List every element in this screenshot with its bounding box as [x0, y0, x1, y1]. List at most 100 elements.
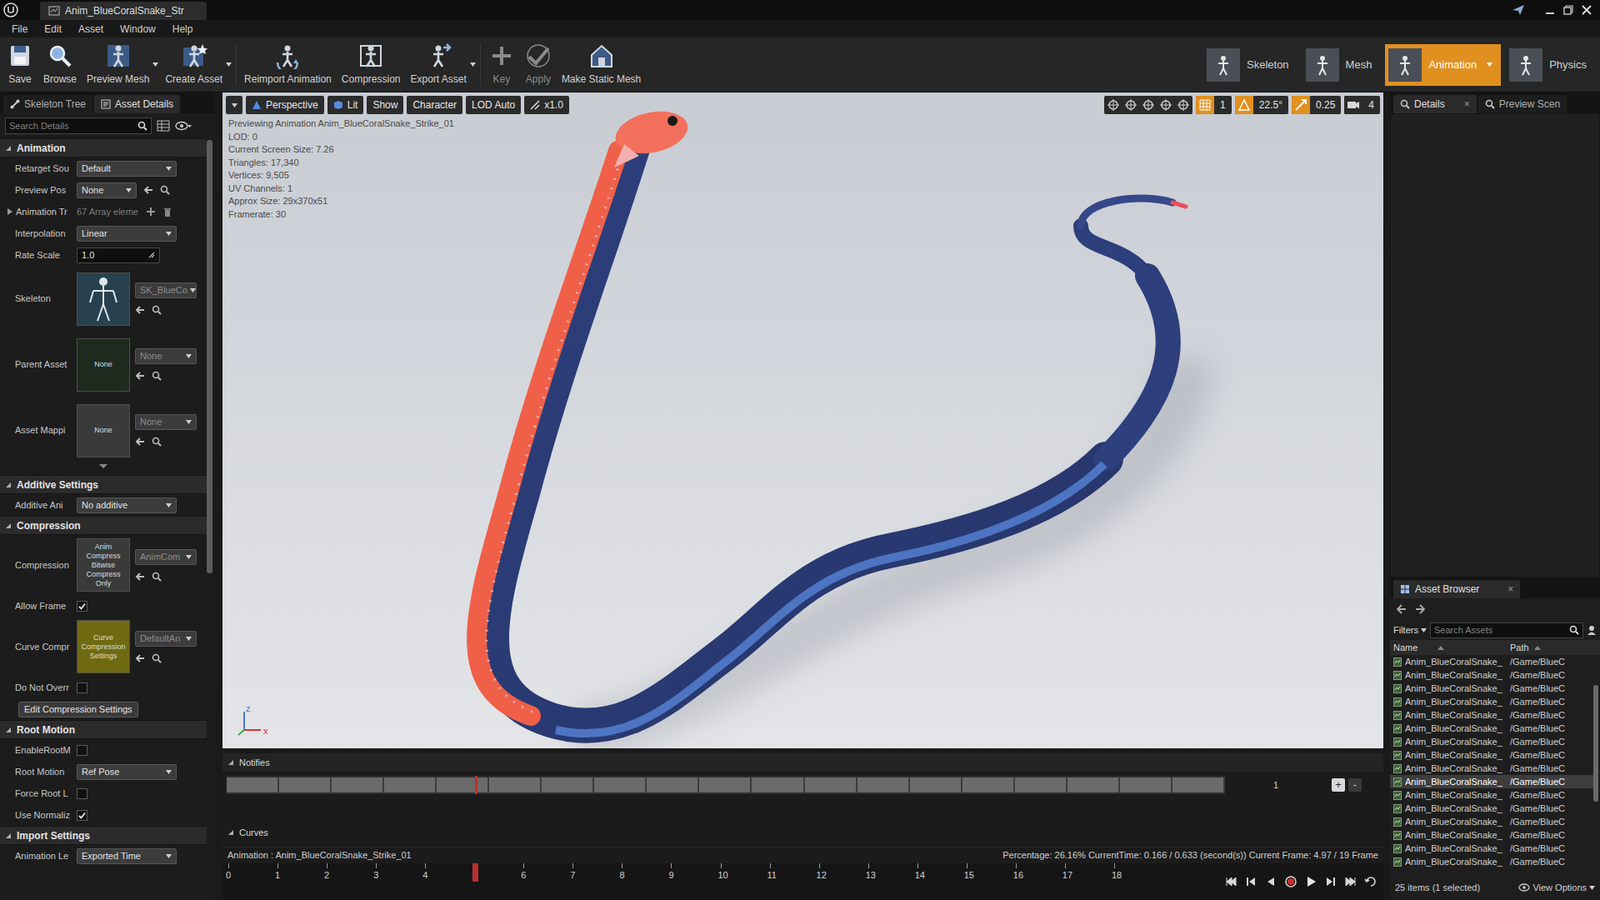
scrollbar[interactable]	[206, 138, 215, 900]
toolbar-button[interactable]: Create Asset	[160, 42, 234, 87]
viewport-toolbar-button[interactable]: x1.0	[524, 95, 570, 115]
menu-item[interactable]: File	[3, 21, 36, 37]
asset-thumbnail[interactable]: Curve Compression Settings	[76, 620, 130, 674]
document-tab[interactable]: Anim_BlueCoralSnake_Str	[40, 1, 207, 20]
toolbar-button[interactable]: Export Asset	[405, 42, 478, 87]
transport-button[interactable]	[1281, 872, 1300, 891]
checkbox[interactable]	[76, 682, 88, 694]
frame-ruler[interactable]: 0123456789101112131415161718	[228, 863, 1213, 900]
viewport-toolbar-button[interactable]: LOD Auto	[465, 95, 521, 115]
close-tab-button[interactable]: ×	[1507, 581, 1514, 597]
transport-button[interactable]	[1321, 872, 1340, 891]
transport-button[interactable]	[1301, 872, 1320, 891]
asset-row[interactable]: Anim_BlueCoralSnake_/Game/BlueC	[1390, 668, 1594, 682]
snap-setting[interactable]: 1	[1195, 95, 1232, 115]
view-options-button[interactable]: View Options	[1518, 880, 1595, 895]
mode-button[interactable]: Animation	[1385, 44, 1501, 86]
asset-thumbnail[interactable]	[76, 272, 130, 326]
section-header[interactable]: Animation	[0, 138, 207, 158]
menu-item[interactable]: Window	[111, 21, 165, 37]
checkbox[interactable]	[76, 810, 88, 821]
close-tab-button[interactable]: ×	[1464, 96, 1470, 112]
combo-box[interactable]: Ref Pose	[76, 764, 177, 780]
asset-row[interactable]: Anim_BlueCoralSnake_/Game/BlueC	[1390, 695, 1594, 709]
combo-box[interactable]: SK_BlueCo	[135, 282, 197, 299]
search-field[interactable]	[5, 117, 152, 135]
menu-item[interactable]: Help	[164, 21, 202, 37]
section-header[interactable]: Root Motion	[0, 720, 207, 740]
viewport-toolbar-button[interactable]: Character	[406, 95, 463, 115]
checkbox[interactable]	[76, 745, 88, 756]
asset-row[interactable]: Anim_BlueCoralSnake_/Game/BlueC	[1390, 775, 1594, 789]
asset-row[interactable]: Anim_BlueCoralSnake_/Game/BlueC	[1390, 828, 1594, 842]
snap-setting[interactable]: 0.25	[1291, 95, 1341, 115]
edit-compression-button[interactable]: Edit Compression Settings	[18, 701, 139, 718]
mode-button[interactable]: Physics	[1505, 44, 1595, 86]
asset-row[interactable]: Anim_BlueCoralSnake_/Game/BlueC	[1390, 708, 1594, 722]
combo-box[interactable]: Linear	[76, 225, 177, 242]
asset-row[interactable]: Anim_BlueCoralSnake_/Game/BlueC	[1390, 815, 1594, 829]
panel-tab[interactable]: Details×	[1393, 95, 1477, 114]
mode-button[interactable]: Mesh	[1302, 44, 1381, 86]
toolbar-button[interactable]: Reimport Animation	[239, 42, 337, 87]
menu-item[interactable]: Asset	[70, 21, 112, 37]
panel-tab[interactable]: Asset Browser×	[1393, 580, 1520, 599]
combo-box[interactable]: None	[76, 182, 137, 199]
checkbox[interactable]	[76, 788, 88, 800]
asset-row[interactable]: Anim_BlueCoralSnake_/Game/BlueC	[1390, 841, 1594, 855]
asset-row[interactable]: Anim_BlueCoralSnake_/Game/BlueC	[1390, 655, 1594, 669]
toolbar-button[interactable]: Save	[1, 42, 39, 87]
asset-search-field[interactable]	[1430, 622, 1584, 639]
number-field[interactable]: 1.0	[76, 247, 160, 264]
checkbox[interactable]	[76, 600, 88, 612]
transport-button[interactable]	[1221, 872, 1240, 891]
asset-thumbnail[interactable]: Anim Compress Bitwise Compress Only	[76, 538, 130, 592]
asset-thumbnail[interactable]: None	[76, 338, 130, 392]
combo-box[interactable]: DefaultAn	[135, 630, 197, 647]
transport-button[interactable]	[1361, 872, 1380, 891]
section-header[interactable]: Import Settings	[0, 825, 207, 845]
transport-button[interactable]	[1341, 872, 1360, 891]
asset-row[interactable]: Anim_BlueCoralSnake_/Game/BlueC	[1390, 721, 1594, 735]
toolbar-button[interactable]: Browse	[38, 42, 82, 87]
asset-row[interactable]: Anim_BlueCoralSnake_/Game/BlueC	[1390, 681, 1594, 695]
asset-row[interactable]: Anim_BlueCoralSnake_/Game/BlueC	[1390, 735, 1594, 749]
section-header[interactable]: Additive Settings	[0, 475, 207, 495]
viewport-options-button[interactable]	[225, 95, 243, 115]
viewport-toolbar-button[interactable]: Show	[366, 95, 404, 115]
viewport-toolbar-button[interactable]: Perspective	[245, 95, 325, 115]
combo-box[interactable]: Exported Time	[76, 848, 177, 865]
mode-button[interactable]: Skeleton	[1203, 44, 1298, 86]
toolbar-button[interactable]: Preview Mesh	[81, 42, 160, 87]
toolbar-button[interactable]: Make Static Mesh	[556, 42, 646, 87]
toolbar-button[interactable]: Compression	[336, 42, 406, 87]
scrub-handle[interactable]	[472, 863, 479, 882]
filters-button[interactable]: Filters	[1393, 623, 1427, 638]
asset-thumbnail[interactable]: None	[76, 404, 130, 458]
asset-row[interactable]: Anim_BlueCoralSnake_/Game/BlueC	[1390, 855, 1594, 869]
menu-item[interactable]: Edit	[35, 21, 70, 37]
combo-box[interactable]: Default	[76, 160, 177, 177]
notify-track[interactable]	[226, 775, 1225, 795]
transport-button[interactable]	[1261, 872, 1280, 891]
viewport[interactable]: PerspectiveLitShowCharacterLOD Autox1.01…	[222, 92, 1384, 749]
asset-row[interactable]: Anim_BlueCoralSnake_/Game/BlueC	[1390, 788, 1594, 802]
column-header[interactable]: Name	[1393, 640, 1418, 655]
asset-row[interactable]: Anim_BlueCoralSnake_/Game/BlueC	[1390, 761, 1594, 775]
combo-box[interactable]: AnimCom	[135, 549, 197, 565]
panel-tab[interactable]: Asset Details	[94, 95, 180, 114]
panel-tab[interactable]: Preview Scen	[1478, 95, 1567, 114]
transport-button[interactable]	[1241, 872, 1260, 891]
asset-scrollbar[interactable]	[1593, 655, 1600, 879]
add-track-button[interactable]: +	[1331, 778, 1345, 792]
column-header[interactable]: Path	[1510, 640, 1530, 655]
snap-setting[interactable]: 4	[1344, 95, 1380, 115]
combo-box[interactable]: None	[135, 348, 197, 365]
snap-setting[interactable]: 22.5°	[1235, 95, 1289, 115]
combo-box[interactable]: None	[135, 414, 197, 430]
panel-tab[interactable]: Skeleton Tree	[3, 95, 93, 114]
combo-box[interactable]: No additive	[76, 497, 177, 514]
asset-row[interactable]: Anim_BlueCoralSnake_/Game/BlueC	[1390, 748, 1594, 762]
toolbar-button[interactable]: Key	[483, 42, 520, 87]
remove-track-button[interactable]: -	[1348, 778, 1362, 792]
